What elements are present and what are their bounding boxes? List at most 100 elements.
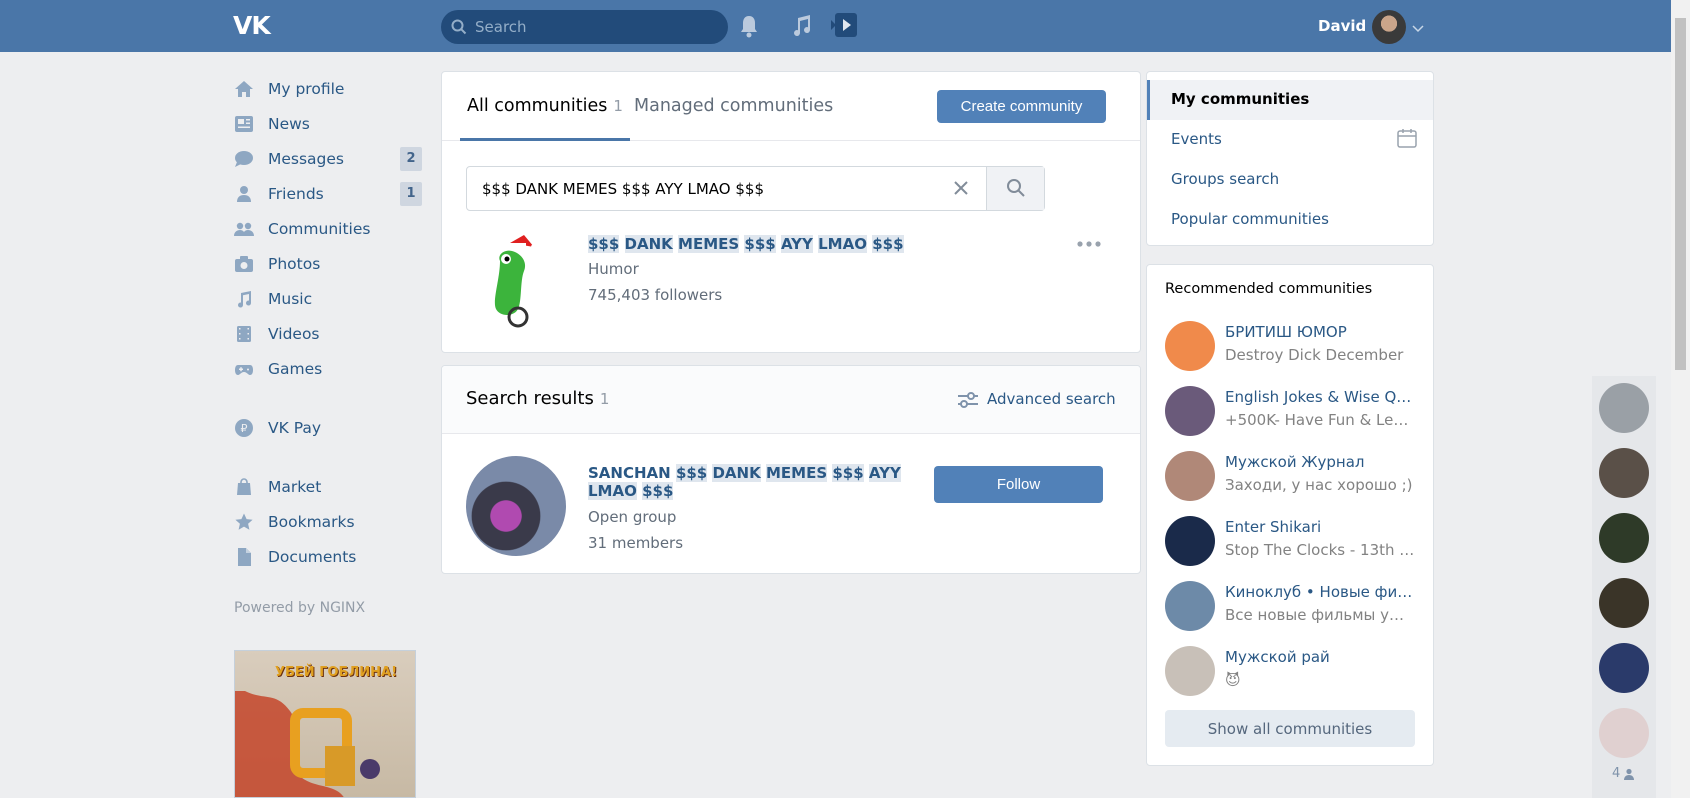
nav-videos[interactable]: Videos — [234, 316, 422, 351]
nav-label: Communities — [268, 219, 371, 238]
community-name[interactable]: Киноклуб • Новые филь... — [1225, 583, 1417, 601]
nav-label: Music — [268, 289, 313, 308]
show-all-communities-button[interactable]: Show all communities — [1165, 710, 1415, 747]
community-avatar[interactable] — [1165, 451, 1215, 501]
nav-market[interactable]: Market — [234, 469, 422, 504]
community-category: Humor — [588, 260, 639, 278]
search-input[interactable] — [475, 10, 715, 44]
community-name[interactable]: Enter Shikari — [1225, 518, 1417, 536]
ad-banner[interactable]: УБЕЙ ГОБЛИНА! — [234, 650, 416, 798]
username[interactable]: David — [1318, 17, 1366, 35]
chat-avatar[interactable] — [1599, 643, 1649, 693]
follow-button[interactable]: Follow — [934, 466, 1103, 503]
chat-bot-avatar[interactable] — [1599, 383, 1649, 433]
search-box[interactable] — [441, 10, 728, 44]
community-name[interactable]: Мужской Журнал — [1225, 453, 1417, 471]
search-submit-button[interactable] — [986, 167, 1044, 210]
person-icon — [234, 184, 268, 204]
community-avatar[interactable] — [1165, 386, 1215, 436]
chat-avatar[interactable] — [1599, 708, 1649, 758]
nav-vk-pay[interactable]: ₽ VK Pay — [234, 410, 422, 445]
right-nav-groups-search[interactable]: Groups search — [1171, 170, 1279, 188]
community-avatar[interactable] — [1165, 581, 1215, 631]
nav-messages[interactable]: Messages 2 — [234, 141, 422, 176]
avatar[interactable] — [1372, 10, 1406, 44]
scrollbar[interactable] — [1671, 0, 1690, 798]
create-community-button[interactable]: Create community — [937, 90, 1106, 123]
tab-label: Managed communities — [634, 96, 834, 116]
calendar-icon[interactable] — [1397, 128, 1417, 152]
nav-label: Games — [268, 359, 323, 378]
nav-music[interactable]: Music — [234, 281, 422, 316]
nav-games[interactable]: Games — [234, 351, 422, 386]
bell-icon[interactable] — [738, 14, 760, 42]
community-name[interactable]: Мужской рай — [1225, 648, 1417, 666]
nav-communities[interactable]: Communities — [234, 211, 422, 246]
right-nav-events[interactable]: Events — [1171, 130, 1222, 148]
search-query[interactable]: $$$ DANK MEMES $$$ AYY LMAO $$$ — [482, 180, 764, 198]
community-description: +500K- Have Fun & Learn ... — [1225, 411, 1417, 429]
chat-avatar[interactable] — [1599, 578, 1649, 628]
scrollbar-thumb[interactable] — [1675, 18, 1686, 370]
right-nav-popular-communities[interactable]: Popular communities — [1171, 210, 1329, 228]
group-avatar[interactable] — [466, 456, 566, 556]
right-nav-my-communities[interactable]: My communities — [1171, 90, 1309, 108]
music-icon[interactable] — [790, 14, 812, 42]
tab-managed-communities[interactable]: Managed communities — [634, 72, 833, 141]
community-title[interactable]: $$$ DANK MEMES $$$ AYY LMAO $$$ — [588, 235, 904, 253]
title-part: $$$ — [675, 464, 708, 482]
tabs: All communities 1 Managed communities Cre… — [442, 72, 1140, 141]
title-part: $$$ — [872, 235, 904, 253]
recommended-item[interactable]: БРИТИШ ЮМОР Destroy Dick December — [1165, 321, 1415, 383]
left-nav: My profile News Messages 2 Friends 1 Com… — [234, 71, 422, 616]
play-icon[interactable] — [830, 12, 858, 42]
group-title[interactable]: SANCHAN $$$ DANK MEMES $$$ AYY LMAO $$$ — [588, 464, 928, 500]
title-part: DANK — [624, 235, 673, 253]
community-name[interactable]: БРИТИШ ЮМОР — [1225, 323, 1417, 341]
unread-badge: 2 — [400, 147, 422, 171]
community-name[interactable]: English Jokes & Wise Quo... — [1225, 388, 1417, 406]
community-search-field[interactable]: $$$ DANK MEMES $$$ AYY LMAO $$$ — [466, 166, 1045, 211]
nav-friends[interactable]: Friends 1 — [234, 176, 422, 211]
nav-photos[interactable]: Photos — [234, 246, 422, 281]
recommended-item[interactable]: Мужской рай 😈 — [1165, 646, 1415, 708]
chat-avatar[interactable] — [1599, 513, 1649, 563]
chevron-down-icon[interactable] — [1412, 22, 1424, 37]
chat-icon — [234, 149, 268, 169]
nav-documents[interactable]: Documents — [234, 539, 422, 574]
title-part: $$$ — [642, 482, 674, 500]
nav-label: Bookmarks — [268, 512, 355, 531]
community-description: Все новые фильмы уже ... — [1225, 606, 1417, 624]
online-count[interactable]: 4 — [1612, 766, 1635, 781]
powered-by[interactable]: Powered by NGINX — [234, 600, 422, 616]
vk-logo[interactable]: VK — [233, 11, 271, 40]
frog-image — [494, 235, 537, 328]
title-part: AYY — [868, 464, 901, 482]
community-avatar[interactable] — [1165, 516, 1215, 566]
chat-avatar[interactable] — [1599, 448, 1649, 498]
clear-icon[interactable] — [952, 179, 970, 201]
requests-badge: 1 — [400, 182, 422, 206]
filter-icon[interactable] — [957, 390, 979, 414]
recommended-item[interactable]: Киноклуб • Новые филь... Все новые фильмы… — [1165, 581, 1417, 643]
nav-news[interactable]: News — [234, 106, 422, 141]
recommended-item[interactable]: Мужской Журнал Заходи, у нас хорошо ;) — [1165, 451, 1415, 513]
group-type: Open group — [588, 508, 677, 526]
advanced-search-link[interactable]: Advanced search — [987, 390, 1116, 408]
recommended-item[interactable]: Enter Shikari Stop The Clocks - 13th Au..… — [1165, 516, 1417, 578]
community-avatar[interactable] — [1165, 646, 1215, 696]
nav-divider — [234, 386, 422, 410]
recommended-item[interactable]: English Jokes & Wise Quo... +500K- Have F… — [1165, 386, 1417, 448]
nav-label: VK Pay — [268, 418, 322, 437]
tab-all-communities[interactable]: All communities 1 — [460, 72, 630, 141]
nav-my-profile[interactable]: My profile — [234, 71, 422, 106]
more-icon[interactable] — [1076, 237, 1102, 252]
community-description: Stop The Clocks - 13th Au... — [1225, 541, 1417, 559]
community-avatar[interactable] — [1165, 321, 1215, 371]
news-icon — [234, 114, 268, 134]
title-part: DANK — [712, 464, 761, 482]
nav-label: Friends — [268, 184, 324, 203]
results-count: 1 — [599, 390, 610, 408]
community-avatar[interactable] — [466, 231, 566, 331]
nav-bookmarks[interactable]: Bookmarks — [234, 504, 422, 539]
